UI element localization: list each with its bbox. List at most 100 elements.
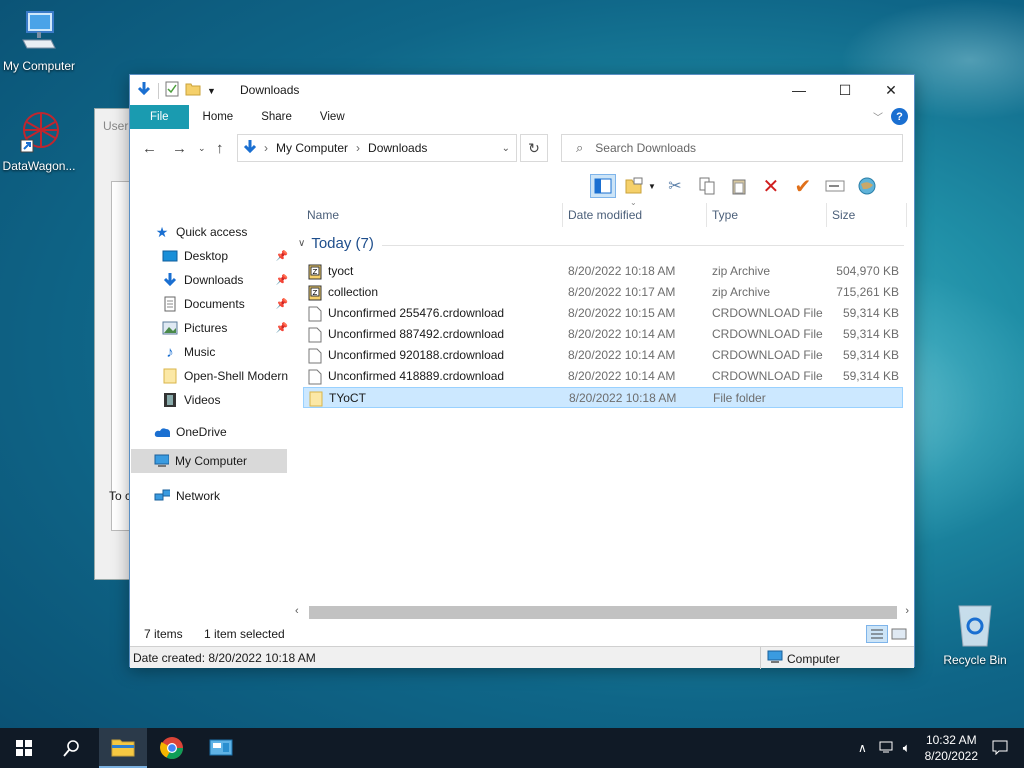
large-icons-view-button[interactable] [891,627,907,644]
customize-dropdown-icon[interactable]: ▼ [207,86,216,96]
status-bar: 7 items 1 item selected [130,623,914,645]
back-button[interactable]: ← [142,140,157,157]
address-bar[interactable]: › My Computer › Downloads ⌄ [237,134,517,162]
nav-item-open-shell[interactable]: Open-Shell Modern [162,365,288,387]
file-row[interactable]: Unconfirmed 920188.crdownload 8/20/2022 1… [303,345,903,366]
column-header-name[interactable]: Name [307,203,339,227]
nav-item-videos[interactable]: Videos [162,389,220,411]
nav-label: Music [184,345,216,359]
clock[interactable]: 10:32 AM 8/20/2022 [925,732,978,764]
breadcrumb-my-computer[interactable]: My Computer [276,141,348,155]
nav-network[interactable]: Network [154,485,220,507]
file-row[interactable]: Unconfirmed 887492.crdownload 8/20/2022 1… [303,324,903,345]
file-explorer-icon [111,739,135,757]
folder-options-button[interactable] [622,174,648,198]
file-type: CRDOWNLOAD File [712,369,823,383]
nav-item-documents[interactable]: Documents 📌 [162,293,288,315]
up-button[interactable]: ↑ [216,140,224,157]
downloads-icon [162,273,178,287]
column-divider[interactable] [826,203,827,227]
rename-icon[interactable] [822,174,848,198]
copy-icon[interactable] [694,174,720,198]
nav-quick-access[interactable]: ★ Quick access [154,221,248,243]
column-divider[interactable] [562,203,563,227]
chevron-down-icon[interactable]: ▼ [648,182,656,191]
taskbar-chrome[interactable] [148,728,196,768]
help-icon[interactable]: ? [891,108,908,125]
column-header-size[interactable]: Size [832,203,855,227]
column-divider[interactable] [706,203,707,227]
windows-icon [16,740,32,756]
nav-onedrive[interactable]: OneDrive [154,421,227,443]
scroll-right-icon[interactable]: › [905,605,909,617]
recent-locations-icon[interactable]: ⌄ [198,143,206,154]
nav-item-downloads[interactable]: Downloads 📌 [162,269,288,291]
start-button[interactable] [0,728,48,768]
desktop-icon-datawagon[interactable]: DataWagon... [0,110,81,173]
nav-item-desktop[interactable]: Desktop 📌 [162,245,288,267]
forward-button[interactable]: → [172,140,187,157]
tab-home[interactable]: Home [189,105,248,129]
notifications-icon[interactable] [992,739,1008,758]
search-button[interactable] [48,728,96,768]
file-row[interactable]: Unconfirmed 255476.crdownload 8/20/2022 1… [303,303,903,324]
properties-icon[interactable] [165,81,179,100]
expand-ribbon-icon[interactable]: ﹀ [873,109,883,124]
navigation-pane: ★ Quick access Desktop 📌 Downloads 📌 Doc… [130,201,292,621]
search-input[interactable]: ⌕ Search Downloads [561,134,903,162]
downloads-location-icon [242,139,258,158]
tab-share[interactable]: Share [247,105,306,129]
scroll-left-icon[interactable]: ‹ [295,605,299,617]
column-divider[interactable] [906,203,907,227]
minimize-button[interactable]: — [776,75,822,105]
close-button[interactable]: ✕ [868,75,914,105]
paste-icon[interactable] [726,174,752,198]
chevron-up-icon[interactable]: ∧ [858,741,867,755]
desktop-icon-my-computer[interactable]: My Computer [0,10,81,73]
nav-my-computer[interactable]: My Computer [131,449,287,473]
group-header-today[interactable]: ∨ Today (7) [298,235,374,252]
checkmark-icon[interactable]: ✔ [790,174,816,198]
file-size: 59,314 KB [842,306,899,320]
scrollbar-thumb[interactable] [309,606,897,619]
nav-label: Documents [184,297,245,311]
volume-icon[interactable]: 🔈︎ [903,740,911,756]
file-row[interactable]: Unconfirmed 418889.crdownload 8/20/2022 1… [303,366,903,387]
file-date: 8/20/2022 10:14 AM [568,327,676,341]
taskbar-file-explorer[interactable] [99,728,147,768]
file-date: 8/20/2022 10:14 AM [568,348,676,362]
computer-icon [767,650,783,667]
file-row[interactable]: TYoCT 8/20/2022 10:18 AM File folder [303,387,903,408]
horizontal-scrollbar[interactable]: ‹ › [293,604,913,621]
breadcrumb-downloads[interactable]: Downloads [368,141,427,155]
cut-icon[interactable]: ✂ [662,174,688,198]
file-type: CRDOWNLOAD File [712,306,823,320]
file-row[interactable]: Zcollection 8/20/2022 10:17 AM zip Archive… [303,282,903,303]
desktop-icon-label: DataWagon... [2,159,76,173]
refresh-button[interactable]: ↻ [520,134,548,162]
nav-item-music[interactable]: ♪ Music [162,341,215,363]
file-icon [308,369,322,385]
folder-icon [162,368,178,384]
pictures-icon [162,321,178,335]
maximize-button[interactable]: ☐ [822,75,868,105]
new-folder-icon[interactable] [185,82,201,99]
network-tray-icon[interactable] [879,740,895,757]
file-row[interactable]: Ztyoct 8/20/2022 10:18 AM zip Archive 504,9… [303,261,903,282]
tab-view[interactable]: View [306,105,359,129]
details-view-button[interactable] [866,625,888,643]
nav-item-pictures[interactable]: Pictures 📌 [162,317,288,339]
column-header-type[interactable]: Type [712,203,738,227]
taskbar-control-panel[interactable] [197,728,245,768]
pin-icon: 📌 [275,298,288,310]
tab-file[interactable]: File [130,105,189,129]
delete-icon[interactable]: ✕ [758,174,784,198]
clock-date: 8/20/2022 [924,749,978,763]
properties-globe-icon[interactable] [854,174,880,198]
desktop-icon-recycle-bin[interactable]: Recycle Bin [933,600,1017,667]
chevron-down-icon[interactable]: ⌄ [502,143,510,154]
details-bar: Date created: 8/20/2022 10:18 AM Compute… [130,646,914,669]
navigation-pane-button[interactable] [590,174,616,198]
control-panel-icon [209,739,233,756]
title-bar[interactable]: ▼ Downloads — ☐ ✕ [130,75,914,105]
